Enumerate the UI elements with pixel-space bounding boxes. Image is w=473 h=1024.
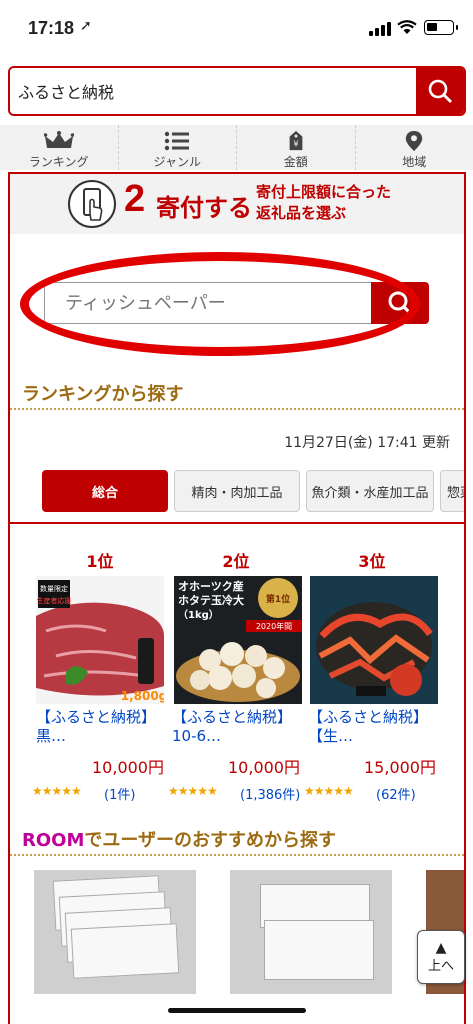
tab-overall[interactable]: 総合 [42,470,168,512]
rating-stars: ★★★★★ [32,784,82,798]
review-count[interactable]: (1件) [104,784,135,803]
product-image-text: 2020年間 [256,621,292,631]
product-name-line: 10-6… [172,727,222,745]
rating-stars: ★★★★★ [168,784,218,798]
highlight-oval [20,252,420,356]
ranking-tabs: 総合 精肉・肉加工品 魚介類・水産加工品 惣菜 [42,470,464,512]
product-image-crab[interactable] [310,576,438,704]
product-price: 10,000円 [92,758,164,777]
divider [10,408,464,410]
ranking-heading: ランキングから探す [22,384,184,405]
nav-item-amount[interactable]: ¥ 金額 [237,125,356,170]
search-icon [428,79,452,103]
nav-label: 地域 [402,155,427,169]
scroll-to-top-label: 上へ [427,958,454,974]
product-name-line: 【生… [308,727,354,745]
home-indicator [168,1008,306,1013]
product-image-text: ホタテ玉冷大 [178,593,244,607]
tab-seafood[interactable]: 魚介類・水産加工品 [306,470,434,512]
room-thumbnail[interactable] [230,870,392,994]
crown-icon [43,131,74,148]
room-heading-text: でユーザーのおすすめから探す [84,830,337,851]
main-frame: 2 寄付する 寄付上限額に合った 返礼品を選ぶ ランキングから探す 11月27日… [8,172,466,1024]
price-tag-icon: ¥ [289,131,303,151]
product-image-text: 生産者応援 [37,596,72,605]
category-nav: ランキング ジャンル ¥ 金額 地域 [0,125,473,170]
step-desc-line: 返礼品を選ぶ [256,204,347,222]
product-name-line: 【ふるさと納税】 [308,708,429,726]
step-banner: 2 寄付する 寄付上限額に合った 返礼品を選ぶ [10,174,464,234]
rating-stars: ★★★★★ [304,784,354,798]
location-arrow-icon: ➚ [80,18,92,34]
tab-meat[interactable]: 精肉・肉加工品 [174,470,300,512]
product-name[interactable]: 【ふるさと納税】 【生… [308,708,428,746]
nav-label: ランキング [28,155,89,169]
product-image-beef[interactable]: 数量限定 生産者応援 1,800g [36,576,164,704]
map-pin-icon [406,131,423,151]
update-time: 11月27日(金) 17:41 更新 [284,435,450,451]
nav-label: 金額 [283,155,308,169]
product-price: 15,000円 [364,758,436,777]
room-brand: ROOM [22,830,85,851]
divider [10,854,464,856]
step-number: 2 [124,178,146,220]
search-input[interactable] [10,68,418,114]
rank-label: 3位 [358,552,386,571]
room-thumbnail[interactable] [34,870,196,994]
step-desc-line: 寄付上限額に合った [256,183,392,201]
product-image-text: （1kg） [178,608,219,621]
nav-item-ranking[interactable]: ランキング [0,125,119,170]
list-icon [165,131,190,151]
product-name-line: 【ふるさと納税】 [36,708,157,726]
product-image-text: オホーツク産 [178,579,244,593]
search-button[interactable] [416,68,464,114]
product-price: 10,000円 [228,758,300,777]
review-count[interactable]: (62件) [376,784,416,803]
product-image-text: 第1位 [266,593,290,605]
product-image-text: 数量限定 [40,584,68,593]
step-title: 寄付する [156,194,252,222]
product-image-scallop[interactable]: オホーツク産 ホタテ玉冷大 （1kg） 第1位 2020年間 [174,576,302,704]
battery-icon [424,20,458,35]
svg-text:¥: ¥ [293,138,298,148]
product-name-line: 黒… [36,727,67,745]
cellular-signal-icon [369,22,391,36]
nav-label: ジャンル [153,155,201,169]
room-heading: ROOMでユーザーのおすすめから探す [22,826,336,852]
nav-item-genre[interactable]: ジャンル [119,125,237,170]
up-arrow-icon: ▲ [435,939,447,956]
step-description: 寄付上限額に合った 返礼品を選ぶ [256,182,391,224]
wifi-icon [397,20,417,39]
tab-side-dishes[interactable]: 惣菜 [440,470,464,512]
status-time: 17:18 [28,18,75,38]
status-bar: 17:18 ➚ [0,0,473,58]
scroll-to-top-button[interactable]: ▲ 上へ [417,930,465,984]
review-count[interactable]: (1,386件) [240,784,300,803]
tabs-underline [10,522,464,524]
product-image-text: 1,800g [121,689,164,703]
product-name[interactable]: 【ふるさと納税】 10-6… [172,708,292,746]
product-name-line: 【ふるさと納税】 [172,708,293,726]
nav-item-region[interactable]: 地域 [356,125,473,170]
tap-phone-icon [68,180,116,228]
top-search-bar [8,66,466,116]
rank-label: 2位 [222,552,250,571]
rank-label: 1位 [86,552,114,571]
product-name[interactable]: 【ふるさと納税】 黒… [36,708,156,746]
